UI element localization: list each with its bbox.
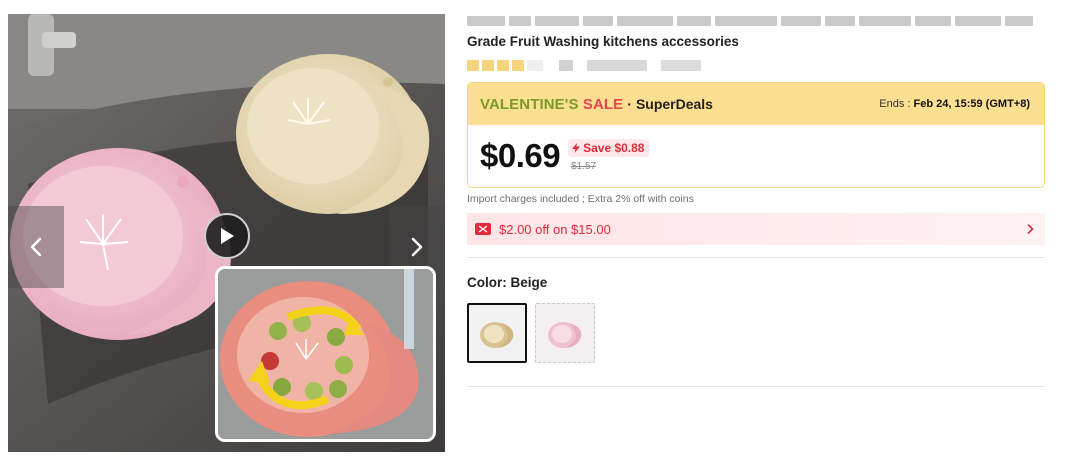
sale-end-time: Ends : Feb 24, 15:59 (GMT+8) — [879, 98, 1030, 110]
divider — [467, 257, 1045, 258]
chevron-left-icon — [30, 237, 42, 257]
color-label: Color: Beige — [467, 275, 548, 290]
coupon-bar[interactable]: $2.00 off on $15.00 — [467, 213, 1045, 245]
current-price: $0.69 — [480, 137, 561, 174]
import-charges-note: Import charges included ; Extra 2% off w… — [467, 193, 694, 205]
rating-redacted — [467, 58, 727, 72]
color-swatch-pink[interactable] — [535, 303, 595, 363]
beige-bowl-thumbnail — [480, 322, 514, 348]
product-title-redacted — [467, 14, 1035, 28]
play-video-button[interactable] — [204, 213, 250, 259]
play-icon — [221, 228, 234, 244]
video-preview-thumbnail[interactable] — [215, 266, 436, 442]
color-swatch-list — [467, 303, 595, 363]
lightning-icon — [572, 142, 581, 153]
coupon-text: $2.00 off on $15.00 — [499, 221, 611, 237]
save-badge: Save $0.88 — [568, 138, 650, 157]
chevron-right-icon — [1025, 224, 1035, 234]
coupon-ticket-icon — [475, 223, 491, 235]
chevron-right-icon — [411, 237, 423, 257]
pink-bowl-thumbnail — [548, 322, 582, 348]
sale-banner: VALENTINE'S SALE · SuperDeals Ends : Feb… — [467, 82, 1045, 125]
product-title: Grade Fruit Washing kitchens accessories — [467, 34, 739, 49]
sale-type: SuperDeals — [635, 96, 713, 112]
gallery-prev-button[interactable] — [8, 206, 64, 288]
original-price: $1.57 — [571, 160, 597, 172]
sale-event-name: VALENTINE'S SALE — [480, 95, 624, 113]
fruit-washing-preview-image — [218, 269, 433, 439]
product-image-gallery[interactable] — [8, 14, 445, 452]
divider — [467, 386, 1045, 387]
sale-separator: · — [627, 96, 632, 112]
price-box: $0.69 Save $0.88 $1.57 — [467, 125, 1045, 188]
color-swatch-beige[interactable] — [467, 303, 527, 363]
